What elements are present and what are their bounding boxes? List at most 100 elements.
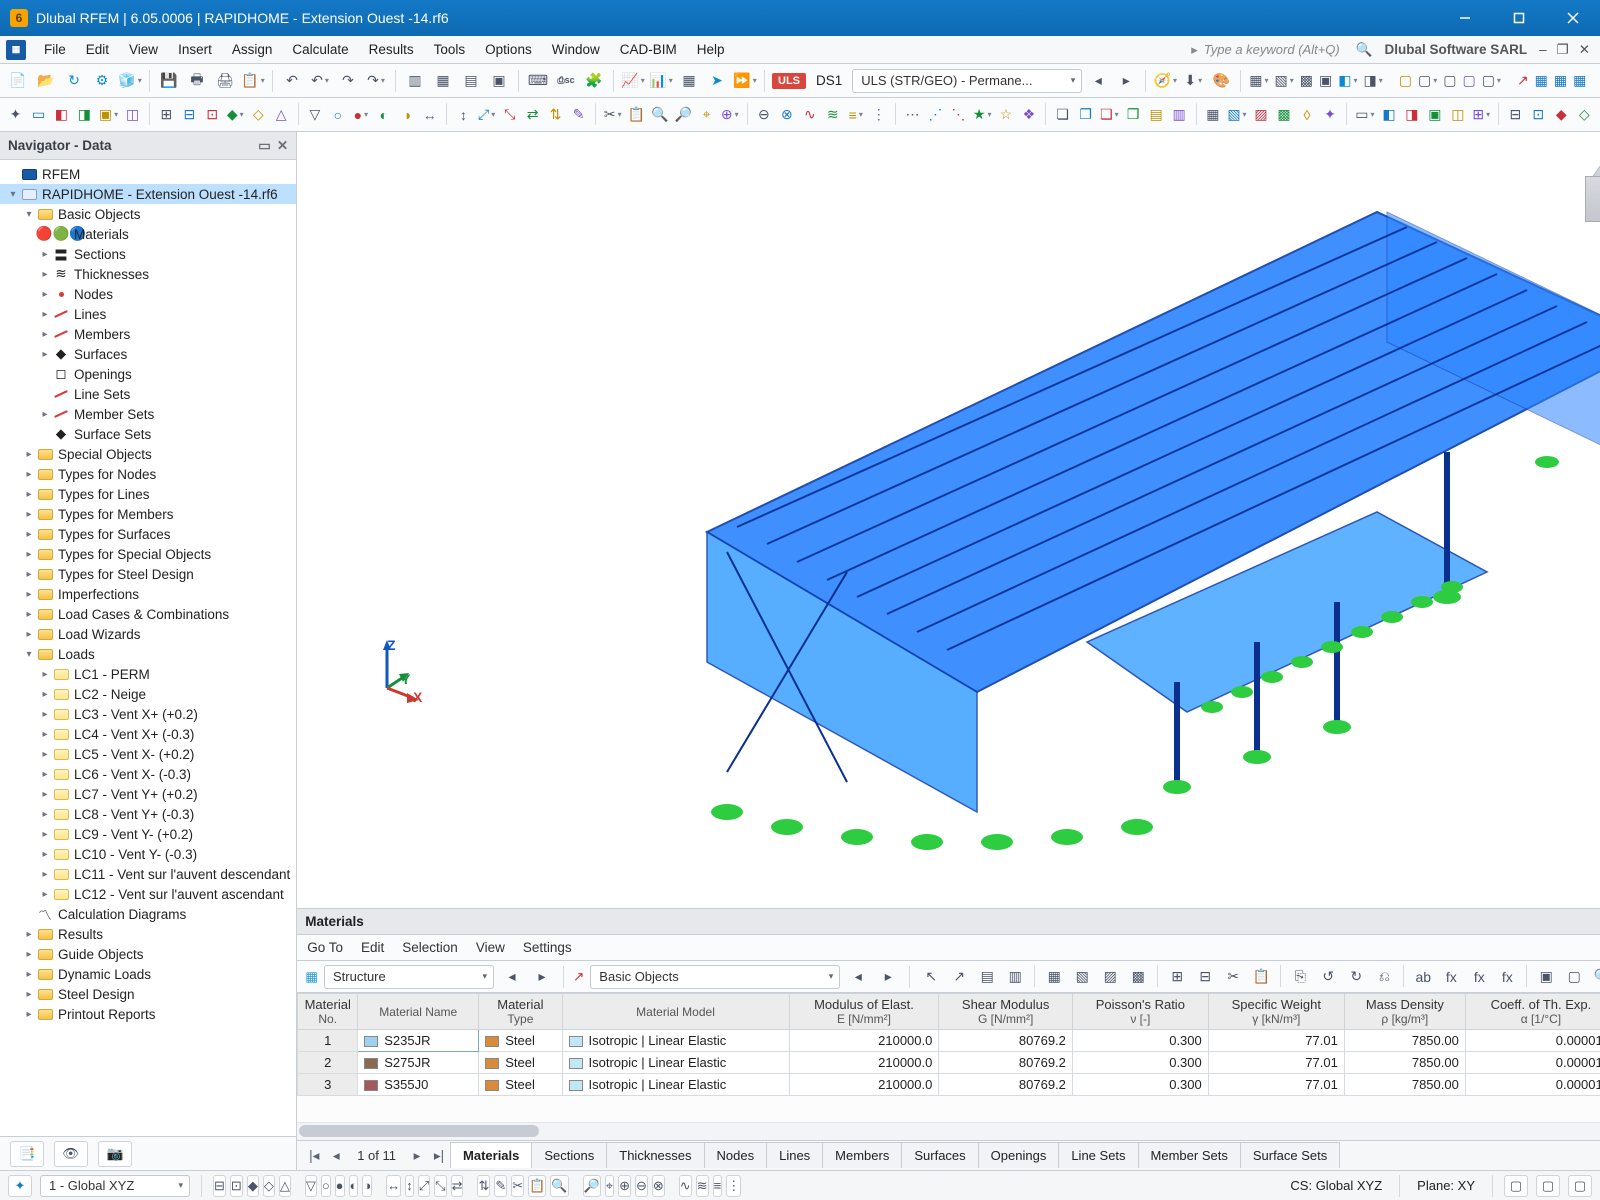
menu-edit[interactable]: Edit bbox=[76, 38, 119, 61]
tree-node[interactable]: ▸LC7 - Vent Y+ (+0.2) bbox=[0, 784, 296, 804]
tool2-4-icon[interactable]: ▣ bbox=[98, 103, 119, 127]
table-row[interactable]: 1S235JRSteelIsotropic | Linear Elastic21… bbox=[298, 1030, 1600, 1052]
tool2-56-icon[interactable]: ◨ bbox=[1402, 103, 1421, 127]
tree-node[interactable]: ▾Basic Objects bbox=[0, 204, 296, 224]
tab-next-icon[interactable]: ▸ bbox=[406, 1145, 428, 1167]
tab-first-icon[interactable]: |◂ bbox=[303, 1145, 325, 1167]
tool2-51-icon[interactable]: ▩ bbox=[1275, 103, 1294, 127]
tool2-37-icon[interactable]: ⋰ bbox=[926, 103, 945, 127]
table-tool-4-icon[interactable]: ▦ bbox=[1042, 965, 1066, 989]
table-tool-15-icon[interactable]: ⎌ bbox=[1372, 965, 1396, 989]
table-tool-9-icon[interactable]: ⊟ bbox=[1193, 965, 1217, 989]
table-tool-13-icon[interactable]: ↺ bbox=[1316, 965, 1340, 989]
box-1-icon[interactable]: ▦ bbox=[1534, 69, 1549, 93]
col-header-6[interactable]: Poisson's Ratioν [-] bbox=[1072, 994, 1208, 1030]
uls-badge[interactable]: ULS bbox=[772, 73, 806, 89]
addon-icon[interactable]: 🧩 bbox=[582, 69, 606, 93]
status-tool-21-icon[interactable]: ⌖ bbox=[605, 1175, 614, 1197]
redo-history-icon[interactable]: ↷ bbox=[364, 69, 388, 93]
maximize-button[interactable] bbox=[1492, 0, 1546, 36]
menu-assign[interactable]: Assign bbox=[222, 38, 283, 61]
col-header-2[interactable]: MaterialType bbox=[479, 994, 562, 1030]
tool2-14-icon[interactable]: ● bbox=[351, 103, 370, 127]
status-tool-3-icon[interactable]: ◇ bbox=[263, 1175, 275, 1197]
table-menu-edit[interactable]: Edit bbox=[361, 940, 384, 955]
tool2-44-icon[interactable]: ❑ bbox=[1099, 103, 1120, 127]
display-4-icon[interactable]: ▣ bbox=[1318, 69, 1333, 93]
tab-line-sets[interactable]: Line Sets bbox=[1058, 1142, 1138, 1168]
combo-prev-icon[interactable]: ◂ bbox=[1086, 69, 1110, 93]
tool2-60-icon[interactable]: ⊟ bbox=[1506, 103, 1525, 127]
status-tool-7-icon[interactable]: ● bbox=[335, 1175, 345, 1197]
col-header-8[interactable]: Mass Densityρ [kg/m³] bbox=[1344, 994, 1465, 1030]
tree-node[interactable]: ▸Types for Surfaces bbox=[0, 524, 296, 544]
panel-toggle-2-icon[interactable]: ▦ bbox=[431, 69, 455, 93]
tool2-63-icon[interactable]: ◇ bbox=[1575, 103, 1594, 127]
tool2-21-icon[interactable]: ⇄ bbox=[523, 103, 542, 127]
nav-views-tab-icon[interactable]: 👁 bbox=[54, 1141, 88, 1167]
mdi-restore-icon[interactable]: ❐ bbox=[1553, 42, 1573, 58]
tool2-15-icon[interactable]: ◐ bbox=[374, 103, 393, 127]
tree-node[interactable]: ▸Member Sets bbox=[0, 404, 296, 424]
tree-node[interactable]: ▸LC2 - Neige bbox=[0, 684, 296, 704]
col-header-9[interactable]: Coeff. of Th. Exp.α [1/°C] bbox=[1465, 994, 1600, 1030]
tree-node[interactable]: ▸Types for Steel Design bbox=[0, 564, 296, 584]
status-tool-1-icon[interactable]: ⊡ bbox=[230, 1175, 243, 1197]
status-tool-16-icon[interactable]: ✎ bbox=[494, 1175, 507, 1197]
tab-sections[interactable]: Sections bbox=[531, 1142, 607, 1168]
cs-combo[interactable]: 1 - Global XYZ bbox=[40, 1175, 190, 1197]
table-tool-21-icon[interactable]: ▢ bbox=[1562, 965, 1586, 989]
tool2-16-icon[interactable]: ◑ bbox=[397, 103, 416, 127]
tree-node[interactable]: ▸Types for Special Objects bbox=[0, 544, 296, 564]
tree-node[interactable]: ▸〓Sections bbox=[0, 244, 296, 264]
mdi-minimize-icon[interactable]: – bbox=[1535, 42, 1551, 57]
tree-node[interactable]: ▸≋Thicknesses bbox=[0, 264, 296, 284]
table-tool-14-icon[interactable]: ↻ bbox=[1344, 965, 1368, 989]
table-tool-17-icon[interactable]: fx bbox=[1439, 965, 1463, 989]
display-5-icon[interactable]: ◧ bbox=[1337, 69, 1358, 93]
tool2-13-icon[interactable]: ○ bbox=[328, 103, 347, 127]
status-end-3-icon[interactable]: ▢ bbox=[1568, 1175, 1592, 1197]
table-menu-goto[interactable]: Go To bbox=[307, 940, 343, 955]
chart-3-icon[interactable]: ▢ bbox=[1442, 69, 1457, 93]
tab-nodes[interactable]: Nodes bbox=[704, 1142, 768, 1168]
status-tool-5-icon[interactable]: ▽ bbox=[305, 1175, 317, 1197]
table-next2-icon[interactable]: ▸ bbox=[876, 965, 900, 989]
table-tool-19-icon[interactable]: fx bbox=[1495, 965, 1519, 989]
tool2-25-icon[interactable]: 📋 bbox=[627, 103, 646, 127]
tree-node[interactable]: RFEM bbox=[0, 164, 296, 184]
tool2-49-icon[interactable]: ▧ bbox=[1226, 103, 1247, 127]
table-hscrollbar[interactable]: ▶ bbox=[297, 1122, 1600, 1140]
redo-icon[interactable]: ↷ bbox=[336, 69, 360, 93]
tree-node[interactable]: ▾Loads bbox=[0, 644, 296, 664]
chart-4-icon[interactable]: ▢ bbox=[1461, 69, 1476, 93]
tool2-19-icon[interactable]: ⤢ bbox=[477, 103, 496, 127]
tool2-48-icon[interactable]: ▦ bbox=[1203, 103, 1222, 127]
tool2-46-icon[interactable]: ▤ bbox=[1147, 103, 1166, 127]
box-2-icon[interactable]: ▦ bbox=[1553, 69, 1568, 93]
status-tool-27-icon[interactable]: ≡ bbox=[713, 1175, 723, 1197]
table-tool-11-icon[interactable]: 📋 bbox=[1249, 965, 1273, 989]
panel-close-icon[interactable]: ✕ bbox=[277, 138, 288, 154]
display-6-icon[interactable]: ◨ bbox=[1362, 69, 1383, 93]
tree-node[interactable]: ▸Load Wizards bbox=[0, 624, 296, 644]
tool2-42-icon[interactable]: ❏ bbox=[1053, 103, 1072, 127]
combo-next-icon[interactable]: ▸ bbox=[1114, 69, 1138, 93]
tool2-36-icon[interactable]: ⋯ bbox=[903, 103, 922, 127]
table-menu-selection[interactable]: Selection bbox=[402, 940, 458, 955]
tool2-40-icon[interactable]: ☆ bbox=[996, 103, 1015, 127]
menu-help[interactable]: Help bbox=[687, 38, 735, 61]
save-all-icon[interactable]: 🖶 bbox=[185, 69, 209, 93]
table-tool-1-icon[interactable]: ↗ bbox=[947, 965, 971, 989]
tool2-45-icon[interactable]: ❒ bbox=[1124, 103, 1143, 127]
status-tool-0-icon[interactable]: ⊟ bbox=[213, 1175, 226, 1197]
box-3-icon[interactable]: ▦ bbox=[1572, 69, 1587, 93]
run-all-icon[interactable]: ⏩ bbox=[733, 69, 757, 93]
menu-tools[interactable]: Tools bbox=[424, 38, 476, 61]
menu-insert[interactable]: Insert bbox=[168, 38, 222, 61]
keyword-search[interactable]: ▸ Type a keyword (Alt+Q) bbox=[1191, 42, 1349, 58]
status-tool-26-icon[interactable]: ≋ bbox=[696, 1175, 709, 1197]
tree-node[interactable]: ▸LC4 - Vent X+ (-0.3) bbox=[0, 724, 296, 744]
tree-node[interactable]: ▸◆Surfaces bbox=[0, 344, 296, 364]
status-tool-12-icon[interactable]: ⤢ bbox=[418, 1175, 430, 1197]
